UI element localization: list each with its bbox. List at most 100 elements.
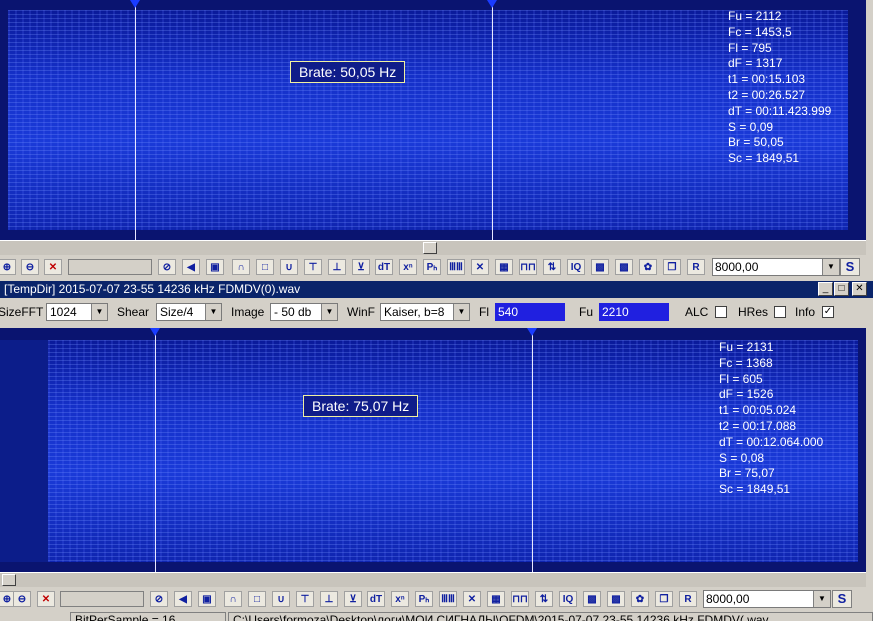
pattern-b-icon[interactable]: ▩ <box>607 591 625 607</box>
gear-icon[interactable]: ✿ <box>631 591 649 607</box>
arrows-icon[interactable]: ⇅ <box>535 591 553 607</box>
copy-icon[interactable]: ❐ <box>655 591 673 607</box>
status-bits: BitPerSample = 16 <box>70 612 226 621</box>
top-cursor-left[interactable] <box>135 0 136 240</box>
top-scrollbar[interactable] <box>0 240 866 255</box>
alc-checkbox[interactable] <box>715 306 727 318</box>
bottom-scroll-thumb[interactable] <box>2 574 16 586</box>
bars-icon[interactable]: ⅢⅢ <box>439 591 457 607</box>
info-checkbox[interactable]: ✓ <box>822 306 834 318</box>
bottom-info-dt: dT = 00:12.064.000 <box>719 434 824 449</box>
window-titlebar[interactable]: [TempDir] 2015-07-07 23-55 14236 kHz FDM… <box>0 281 873 298</box>
record-icon[interactable]: ▣ <box>206 259 224 275</box>
top-spectrogram-frame: Brate: 50,05 Hz Fu = 2112 Fc = 1453,5 Fl… <box>0 0 866 240</box>
tx-icon[interactable]: ⊥ <box>320 591 338 607</box>
winf-select[interactable]: Kaiser, b=8 ▼ <box>380 303 470 321</box>
arc-icon[interactable]: ∩ <box>232 259 250 275</box>
bottom-cursor-left[interactable] <box>155 328 156 572</box>
zoom-in-icon[interactable]: ⊕ <box>0 259 16 275</box>
bottom-info-df: dF = 1526 <box>719 387 774 402</box>
stop-icon[interactable]: ⊘ <box>158 259 176 275</box>
chevron-down-icon[interactable]: ▼ <box>205 304 221 320</box>
speaker-icon[interactable]: ◀ <box>174 591 192 607</box>
top-info-dt: dT = 00:11.423.999 <box>728 103 832 118</box>
close-button[interactable]: ✕ <box>852 282 867 296</box>
bottom-s-button[interactable]: S <box>832 590 852 608</box>
speaker-icon[interactable]: ◀ <box>182 259 200 275</box>
valley-icon[interactable]: ∪ <box>272 591 290 607</box>
bars-icon[interactable]: ⅢⅢ <box>447 259 465 275</box>
bottom-info-t1: t1 = 00:05.024 <box>719 403 797 418</box>
top-s-button[interactable]: S <box>840 258 860 276</box>
top-scroll-thumb[interactable] <box>423 242 437 254</box>
xn-icon[interactable]: xⁿ <box>391 591 409 607</box>
wave-icon[interactable]: ⊓⊓ <box>511 591 529 607</box>
ph-icon[interactable]: Pₕ <box>423 259 441 275</box>
rect-icon[interactable]: □ <box>248 591 266 607</box>
iq-icon[interactable]: IQ <box>559 591 577 607</box>
iq-icon[interactable]: IQ <box>567 259 585 275</box>
bottom-toolbar: ⊕ ⊖ ✕ ⊘ ◀ ▣ ∩ □ ∪ ⊤ ⊥ ⊻ dT xⁿ Pₕ ⅢⅢ ✕ ▦ … <box>0 588 873 610</box>
top-marker-right[interactable] <box>487 0 497 8</box>
top-info-fl: Fl = 795 <box>728 40 772 55</box>
top-progress-slot <box>68 259 152 275</box>
arrows-icon[interactable]: ⇅ <box>543 259 561 275</box>
gear-icon[interactable]: ✿ <box>639 259 657 275</box>
top-marker-left[interactable] <box>130 0 140 8</box>
zoom-out-icon[interactable]: ⊖ <box>21 259 39 275</box>
sizefft-select[interactable]: 1024 ▼ <box>46 303 108 321</box>
stop-icon[interactable]: ⊘ <box>150 591 168 607</box>
dt-icon[interactable]: dT <box>375 259 393 275</box>
hres-checkbox[interactable] <box>774 306 786 318</box>
grid-icon[interactable]: ▦ <box>487 591 505 607</box>
tf-icon[interactable]: ⊤ <box>304 259 322 275</box>
top-info-panel: Fu = 2112 Fc = 1453,5 Fl = 795 dF = 1317… <box>728 9 831 167</box>
chevron-down-icon[interactable]: ▼ <box>453 304 469 320</box>
pattern-b-icon[interactable]: ▩ <box>615 259 633 275</box>
chevron-down-icon[interactable]: ▼ <box>822 259 839 275</box>
xn-icon[interactable]: xⁿ <box>399 259 417 275</box>
antenna-icon[interactable]: ⊻ <box>344 591 362 607</box>
tx-icon[interactable]: ⊥ <box>328 259 346 275</box>
tf-icon[interactable]: ⊤ <box>296 591 314 607</box>
chevron-down-icon[interactable]: ▼ <box>813 591 830 607</box>
rect-icon[interactable]: □ <box>256 259 274 275</box>
bottom-right-gutter <box>866 328 873 572</box>
minimize-button[interactable]: _ <box>818 282 833 296</box>
pattern-a-icon[interactable]: ▩ <box>583 591 601 607</box>
bottom-marker-right[interactable] <box>527 328 537 336</box>
arc-icon[interactable]: ∩ <box>224 591 242 607</box>
ph-icon[interactable]: Pₕ <box>415 591 433 607</box>
top-frequency-value: 8000,00 <box>715 260 759 274</box>
bottom-scrollbar[interactable] <box>0 572 866 587</box>
top-frequency-select[interactable]: 8000,00 ▼ <box>712 258 840 276</box>
wave-icon[interactable]: ⊓⊓ <box>519 259 537 275</box>
bottom-marker-left[interactable] <box>150 328 160 336</box>
bottom-frequency-select[interactable]: 8000,00 ▼ <box>703 590 831 608</box>
top-spectrogram[interactable] <box>8 10 848 230</box>
fu-input[interactable]: 2210 <box>599 303 669 321</box>
shear-select[interactable]: Size/4 ▼ <box>156 303 222 321</box>
close-red-icon[interactable]: ✕ <box>37 591 55 607</box>
image-select[interactable]: - 50 db ▼ <box>270 303 338 321</box>
record-icon[interactable]: ▣ <box>198 591 216 607</box>
grid-icon[interactable]: ▦ <box>495 259 513 275</box>
cross-icon[interactable]: ✕ <box>471 259 489 275</box>
r-icon[interactable]: R <box>679 591 697 607</box>
r-icon[interactable]: R <box>687 259 705 275</box>
top-cursor-right[interactable] <box>492 0 493 240</box>
chevron-down-icon[interactable]: ▼ <box>321 304 337 320</box>
chevron-down-icon[interactable]: ▼ <box>91 304 107 320</box>
cross-icon[interactable]: ✕ <box>463 591 481 607</box>
bottom-cursor-right[interactable] <box>532 328 533 572</box>
valley-icon[interactable]: ∪ <box>280 259 298 275</box>
sizefft-label: SizeFFT <box>0 305 44 319</box>
antenna-icon[interactable]: ⊻ <box>352 259 370 275</box>
pattern-a-icon[interactable]: ▩ <box>591 259 609 275</box>
dt-icon[interactable]: dT <box>367 591 385 607</box>
zoom-out-icon[interactable]: ⊖ <box>13 591 31 607</box>
maximize-button[interactable]: □ <box>834 282 849 296</box>
fl-input[interactable]: 540 <box>495 303 565 321</box>
close-red-icon[interactable]: ✕ <box>44 259 62 275</box>
copy-icon[interactable]: ❐ <box>663 259 681 275</box>
